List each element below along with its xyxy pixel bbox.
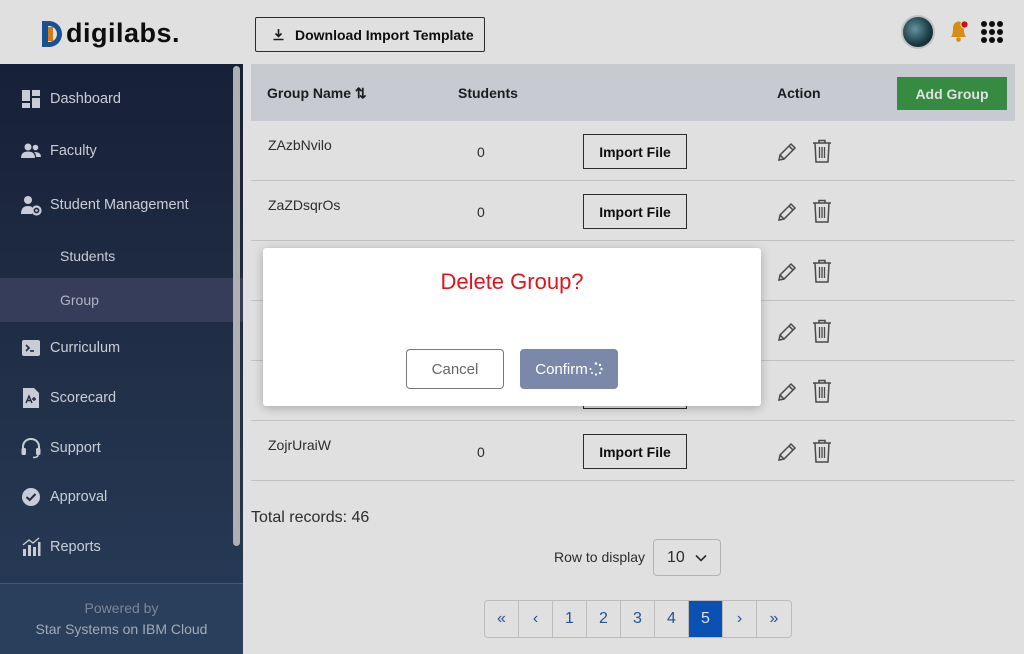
dialog-title: Delete Group? [440,269,584,294]
loading-spinner-icon [589,362,603,376]
confirm-label: Confirm [535,360,588,378]
confirm-button[interactable]: Confirm [520,349,618,389]
delete-group-dialog: Delete Group? Cancel Confirm [263,248,761,406]
cancel-button[interactable]: Cancel [406,349,504,389]
